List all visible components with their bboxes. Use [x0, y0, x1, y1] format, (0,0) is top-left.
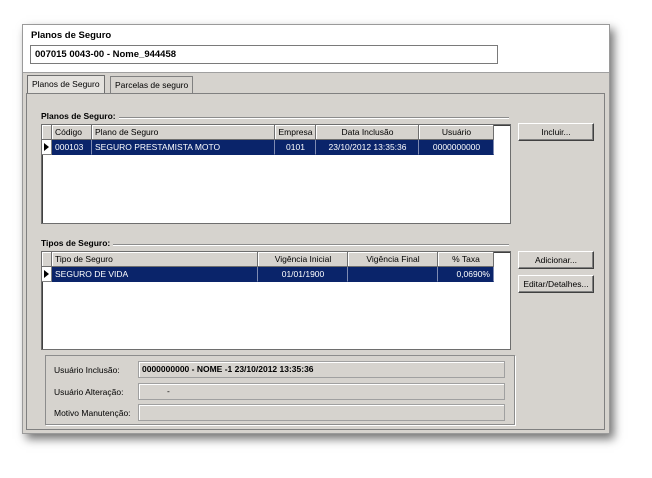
tipos-grid[interactable]: Tipo de Seguro Vigência Inicial Vigência… [41, 251, 511, 350]
column-header-empresa[interactable]: Empresa [275, 125, 316, 140]
cell-vigencia-final[interactable] [348, 267, 438, 282]
cell-plano[interactable]: SEGURO PRESTAMISTA MOTO [92, 140, 275, 155]
motivo-manutencao-label: Motivo Manutenção: [54, 408, 131, 418]
current-row-arrow-icon [44, 270, 49, 278]
window-header: Planos de Seguro 007015 0043-00 - Nome_9… [23, 25, 609, 73]
plans-window: Planos de Seguro 007015 0043-00 - Nome_9… [22, 24, 610, 434]
column-header-tipo[interactable]: Tipo de Seguro [52, 252, 258, 267]
column-header-plano[interactable]: Plano de Seguro [92, 125, 275, 140]
tab-planos-de-seguro[interactable]: Planos de Seguro [27, 75, 105, 93]
tab-panel: Planos de Seguro: Código Plano de Seguro… [26, 93, 605, 430]
audit-info-box: Usuário Inclusão: 0000000000 - NOME -1 2… [45, 355, 515, 425]
column-header-vigencia-final[interactable]: Vigência Final [348, 252, 438, 267]
usuario-inclusao-field: 0000000000 - NOME -1 23/10/2012 13:35:36 [138, 361, 505, 378]
usuario-alteracao-field: - [138, 383, 505, 400]
planos-group-title: Planos de Seguro: [41, 111, 119, 121]
row-indicator-header [42, 252, 52, 267]
motivo-manutencao-field[interactable] [138, 404, 505, 421]
editar-detalhes-button[interactable]: Editar/Detalhes... [518, 275, 594, 293]
cell-vigencia-inicial[interactable]: 01/01/1900 [258, 267, 348, 282]
record-field[interactable]: 007015 0043-00 - Nome_944458 [30, 45, 498, 64]
cell-tipo[interactable]: SEGURO DE VIDA [52, 267, 258, 282]
column-header-taxa[interactable]: % Taxa [438, 252, 494, 267]
tab-parcelas-de-seguro[interactable]: Parcelas de seguro [110, 76, 194, 93]
usuario-alteracao-label: Usuário Alteração: [54, 387, 124, 397]
usuario-inclusao-label: Usuário Inclusão: [54, 365, 120, 375]
row-indicator-header [42, 125, 52, 140]
column-header-codigo[interactable]: Código [52, 125, 92, 140]
cell-codigo[interactable]: 000103 [52, 140, 92, 155]
incluir-button[interactable]: Incluir... [518, 123, 594, 141]
row-indicator [42, 267, 52, 282]
current-row-arrow-icon [44, 143, 49, 151]
adicionar-button[interactable]: Adicionar... [518, 251, 594, 269]
column-header-data-inclusao[interactable]: Data Inclusão [316, 125, 419, 140]
cell-taxa[interactable]: 0,0690% [438, 267, 494, 282]
row-indicator [42, 140, 52, 155]
window-title: Planos de Seguro [31, 30, 112, 41]
cell-data-inclusao[interactable]: 23/10/2012 13:35:36 [316, 140, 419, 155]
tipos-group-title: Tipos de Seguro: [41, 238, 114, 248]
cell-empresa[interactable]: 0101 [275, 140, 316, 155]
planos-grid[interactable]: Código Plano de Seguro Empresa Data Incl… [41, 124, 511, 224]
column-header-vigencia-inicial[interactable]: Vigência Inicial [258, 252, 348, 267]
column-header-usuario[interactable]: Usuário [419, 125, 494, 140]
cell-usuario[interactable]: 0000000000 [419, 140, 494, 155]
